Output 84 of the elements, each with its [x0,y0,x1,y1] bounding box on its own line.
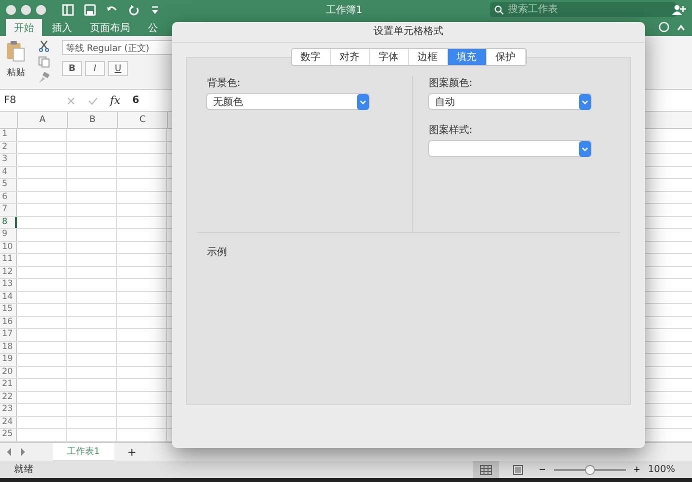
formula-field[interactable]: 6 [132,95,140,106]
customize-icon[interactable] [150,4,160,14]
row-header[interactable]: 20 [0,366,17,378]
row-header[interactable]: 10 [0,242,17,253]
grid-icon [480,464,492,474]
clipboard-icon[interactable] [6,40,26,62]
zoom-button[interactable] [36,4,46,14]
ribbon-tab[interactable]: 插入 [44,19,80,36]
paste-label: 粘贴 [7,66,25,79]
row-header[interactable]: 14 [0,292,17,303]
row-header[interactable]: 19 [0,354,17,366]
search-field[interactable]: 搜索工作表 [490,2,676,17]
page-icon [512,464,524,474]
search-icon [494,4,504,14]
row-header[interactable]: 16 [0,316,17,328]
column-header[interactable]: A [18,112,68,128]
ribbon-tab[interactable]: 公 [140,19,166,36]
field-label: 图案样式: [429,124,474,137]
pattern-color-dropdown[interactable]: 自动 [429,94,591,109]
redo-icon[interactable] [128,4,140,16]
status-text: 就绪 [14,463,34,476]
format-button[interactable]: U [108,61,128,76]
column-header[interactable]: C [118,112,168,128]
row-header[interactable]: 15 [0,304,17,316]
add-person-icon[interactable] [672,4,686,16]
row-header[interactable]: 22 [0,392,17,403]
cell-name-field[interactable]: F8 [4,95,54,106]
row-header[interactable]: 6 [0,192,17,203]
row-header[interactable]: 5 [0,179,17,190]
row-header[interactable]: 4 [0,166,17,178]
row-header[interactable]: 25 [0,429,17,440]
row-header[interactable]: 7 [0,204,17,216]
previous-sheet-icon[interactable] [5,447,13,457]
copy-icon[interactable] [38,56,50,68]
dialog-title: 设置单元格格式 [172,22,645,43]
row-header[interactable]: 9 [0,229,17,240]
scissors-icon[interactable] [38,40,50,52]
background-color-dropdown[interactable]: 无颜色 [207,94,369,109]
dialog-tab[interactable]: 保护 [486,49,526,65]
row-header[interactable]: 12 [0,266,17,278]
column-header[interactable]: B [68,112,118,128]
row-header[interactable]: 18 [0,342,17,353]
dialog-tab[interactable]: 字体 [370,49,408,65]
save-icon[interactable] [84,4,96,16]
chevron-icon [579,140,591,156]
field-label: 背景色: [207,76,242,90]
function-button[interactable]: fx [110,94,120,107]
row-header[interactable]: 3 [0,154,17,166]
pattern-style-dropdown[interactable] [429,141,591,156]
row-header[interactable]: 21 [0,379,17,390]
row-header[interactable]: 8 [0,216,17,228]
row-header[interactable]: 2 [0,142,17,153]
row-header[interactable]: 23 [0,404,17,416]
slider-thumb[interactable] [584,464,595,474]
close-button[interactable] [6,4,16,14]
minimize-button[interactable] [21,4,31,14]
sidebar-icon[interactable] [62,4,74,16]
row-header[interactable]: 17 [0,329,17,340]
zoom-level: 100% [648,464,676,475]
collapse-icon[interactable] [676,23,686,33]
row-header[interactable]: 11 [0,254,17,266]
zoom-out-button[interactable]: − [537,464,548,476]
field-label: 图案颜色: [429,76,474,90]
chevron-icon [579,94,591,110]
brush-icon[interactable] [38,72,50,84]
normal-view-button[interactable] [473,461,500,478]
row-header[interactable]: 1 [0,129,17,140]
chevron-icon [357,94,369,110]
sheet-tab[interactable]: 工作表1 [53,442,114,462]
format-button[interactable]: B [62,61,82,76]
ribbon-tab[interactable]: 页面布局 [82,19,138,36]
format-button[interactable]: I [85,61,105,76]
next-sheet-icon[interactable] [19,447,27,457]
window-title: 工作簿1 [326,4,362,16]
ribbon-tab[interactable]: 开始 [6,19,42,36]
sample-label: 示例 [207,247,227,258]
row-header[interactable]: 13 [0,279,17,290]
row-header[interactable]: 24 [0,416,17,428]
cancel-icon[interactable] [66,96,76,106]
add-sheet-button[interactable]: + [120,444,144,460]
dialog-tab[interactable]: 填充 [448,49,486,65]
zoom-in-button[interactable]: + [632,464,642,476]
dialog-tab[interactable]: 对齐 [330,49,370,65]
check-icon[interactable] [88,96,98,106]
